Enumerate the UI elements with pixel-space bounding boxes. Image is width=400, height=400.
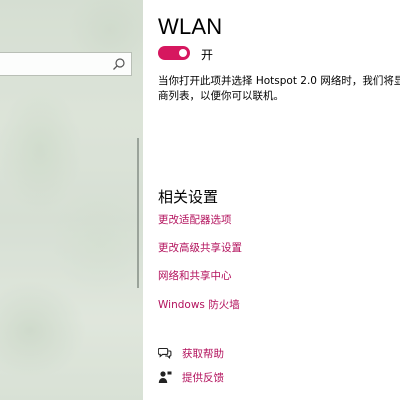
wlan-toggle[interactable] [158, 46, 190, 60]
settings-window: WLAN 开 当你打开此项并选择 Hotspot 2.0 网络时，我们将显示 商… [0, 0, 400, 400]
main-content: WLAN 开 当你打开此项并选择 Hotspot 2.0 网络时，我们将显示 商… [158, 0, 400, 400]
get-help-row[interactable]: 获取帮助 [158, 345, 224, 361]
description-line-1: 当你打开此项并选择 Hotspot 2.0 网络时，我们将显示 [158, 75, 400, 87]
hotspot-description: 当你打开此项并选择 Hotspot 2.0 网络时，我们将显示 商列表，以便你可… [158, 74, 400, 104]
scrollbar[interactable] [137, 138, 139, 288]
related-settings-heading: 相关设置 [158, 188, 219, 206]
left-nav-panel [0, 0, 143, 400]
link-change-adapter-options[interactable]: 更改适配器选项 [158, 212, 232, 227]
link-network-sharing-center[interactable]: 网络和共享中心 [158, 268, 232, 283]
search-input[interactable] [0, 52, 132, 76]
page-title: WLAN [158, 14, 223, 39]
feedback-link[interactable]: 提供反馈 [182, 370, 224, 385]
link-advanced-sharing-settings[interactable]: 更改高级共享设置 [158, 240, 242, 255]
get-help-link[interactable]: 获取帮助 [182, 346, 224, 361]
search-icon[interactable] [112, 57, 126, 71]
feedback-row[interactable]: 提供反馈 [158, 369, 224, 385]
help-chat-icon [158, 347, 172, 360]
toggle-state-label: 开 [201, 48, 214, 62]
feedback-person-icon [158, 371, 172, 383]
description-line-2: 商列表，以便你可以联机。 [158, 90, 284, 102]
toggle-knob [179, 49, 187, 57]
link-windows-firewall[interactable]: Windows 防火墙 [158, 297, 240, 312]
